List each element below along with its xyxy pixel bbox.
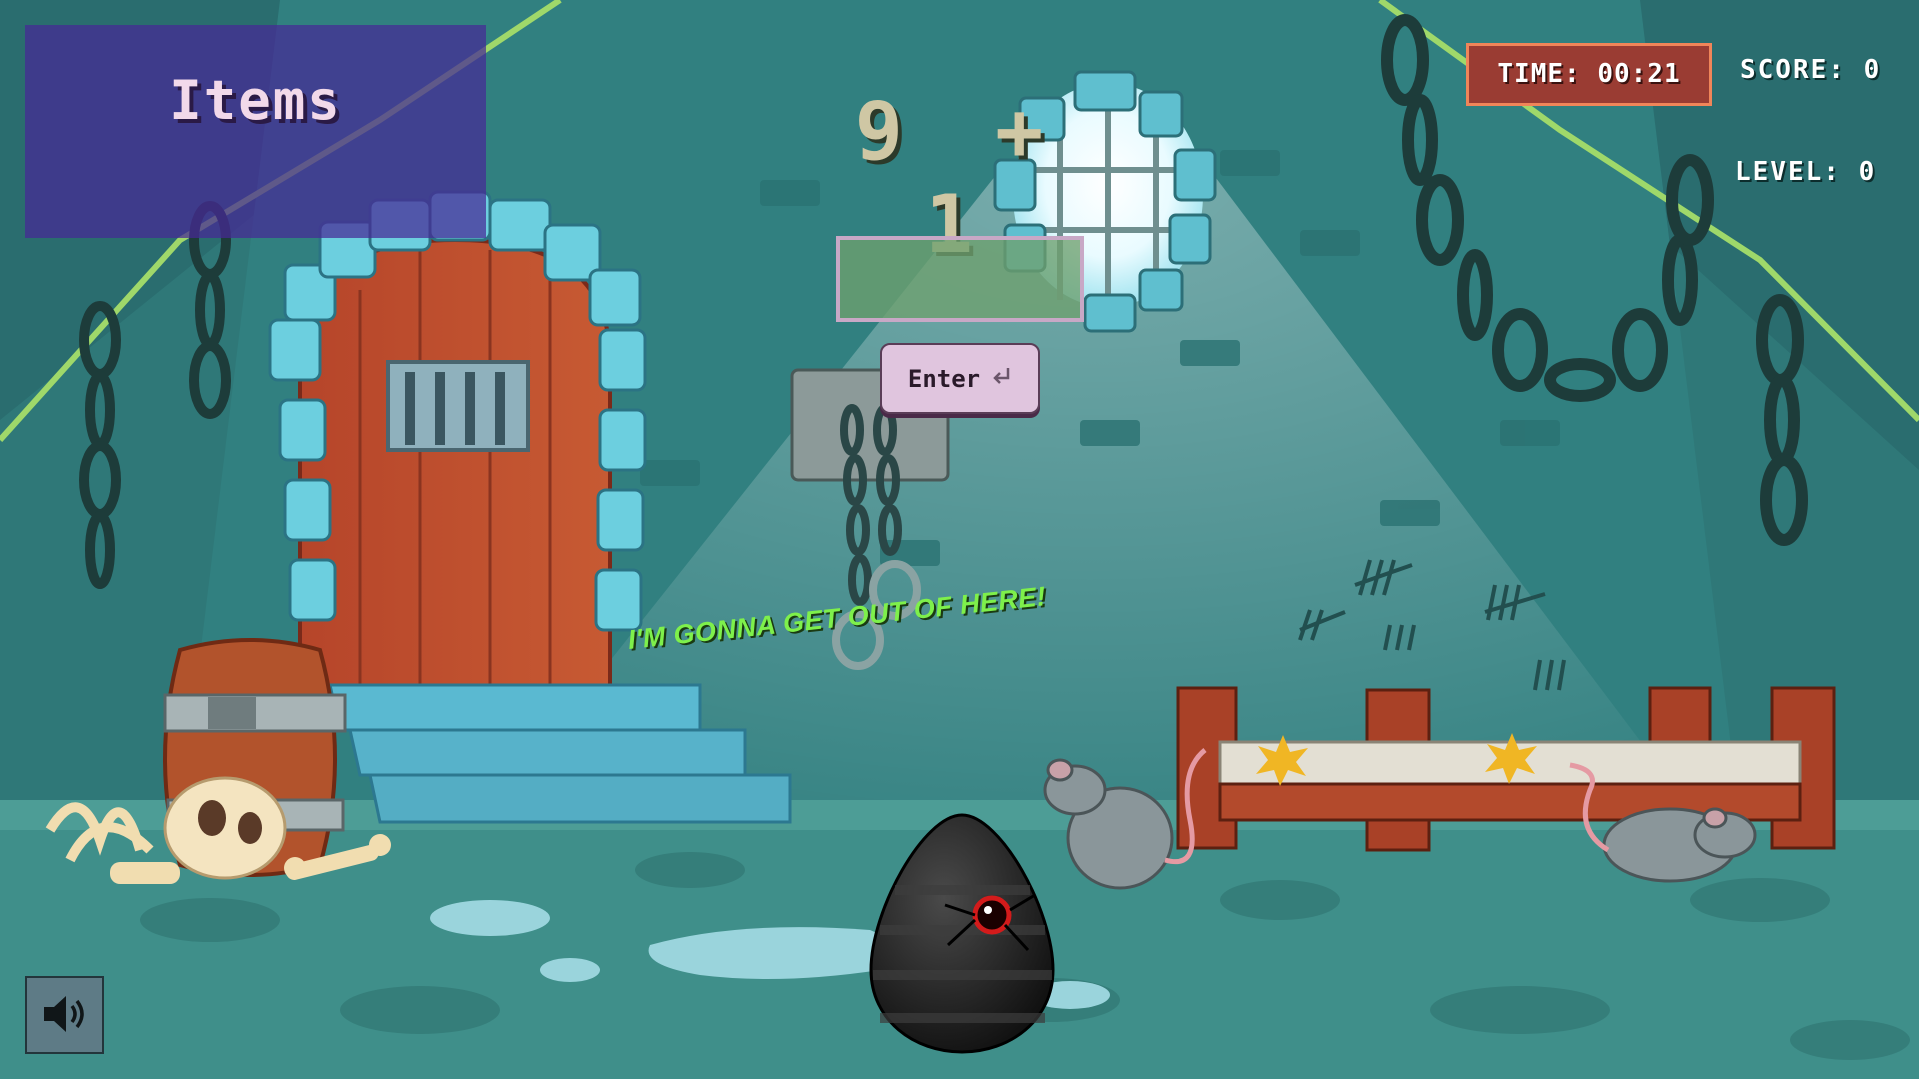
return-arrow-icon [990,365,1012,393]
timer-box: TIME: 00:21 [1466,43,1712,106]
level-label: LEVEL: 0 [1735,157,1877,187]
answer-input[interactable] [836,236,1084,322]
score-label: SCORE: 0 [1740,55,1882,85]
items-panel: Items [25,25,486,238]
enter-button[interactable]: Enter [880,343,1040,414]
speaker-icon [40,992,90,1039]
sound-toggle-button[interactable] [25,976,104,1054]
items-panel-title: Items [169,69,342,132]
enter-button-label: Enter [907,364,981,393]
timer-text: TIME: 00:21 [1497,59,1681,89]
